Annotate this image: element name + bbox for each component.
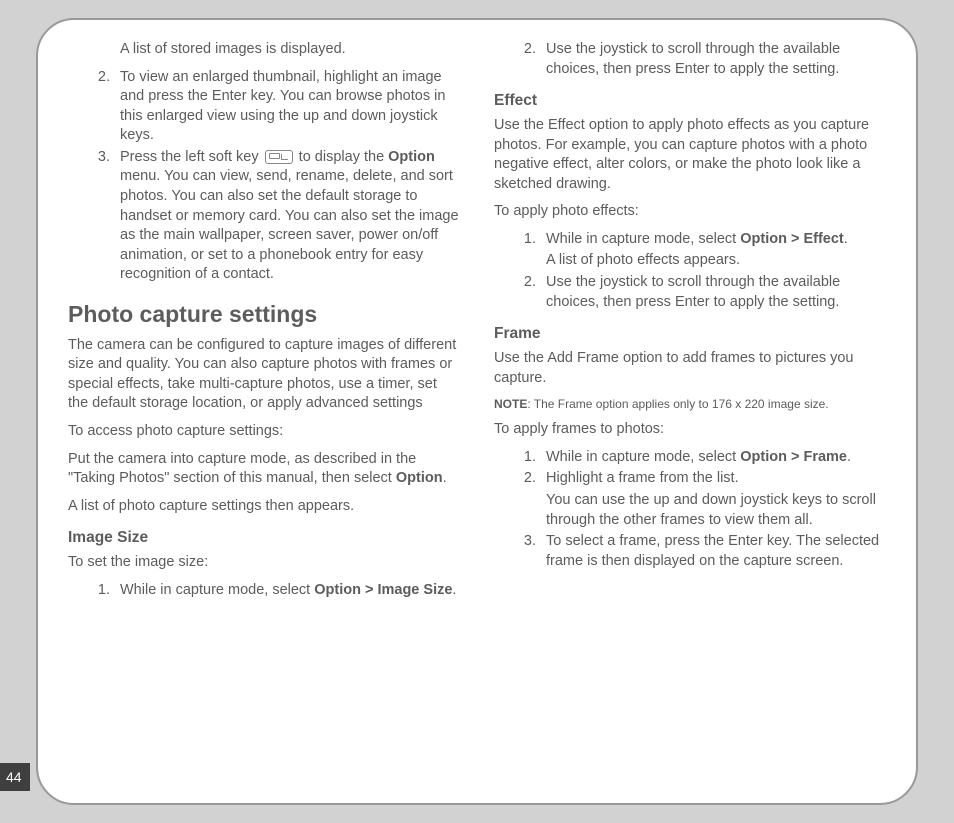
text: Highlight a frame from the list. xyxy=(546,470,739,486)
capture-mode-instruction: Put the camera into capture mode, as des… xyxy=(68,450,460,489)
effect-step-1-sub: A list of photo effects appears. xyxy=(546,251,886,271)
frame-step-3: To select a frame, press the Enter key. … xyxy=(540,532,886,571)
effect-step-1: While in capture mode, select Option > E… xyxy=(540,230,886,271)
option-bold: Option xyxy=(396,470,443,486)
two-column-layout: A list of stored images is displayed. To… xyxy=(68,40,886,789)
image-size-step-2: Use the joystick to scroll through the a… xyxy=(540,40,886,79)
manual-page: A list of stored images is displayed. To… xyxy=(36,18,918,805)
text: . xyxy=(847,449,851,465)
left-soft-key-icon xyxy=(265,150,293,164)
heading-photo-capture-settings: Photo capture settings xyxy=(68,299,460,330)
left-column: A list of stored images is displayed. To… xyxy=(68,40,460,789)
right-column: Use the joystick to scroll through the a… xyxy=(494,40,886,789)
capture-settings-access: To access photo capture settings: xyxy=(68,422,460,442)
text: menu. You can view, send, rename, delete… xyxy=(120,168,459,282)
note-label: NOTE xyxy=(494,397,527,411)
image-size-steps: While in capture mode, select Option > I… xyxy=(68,581,460,601)
option-effect-bold: Option > Effect xyxy=(740,231,844,247)
heading-effect: Effect xyxy=(494,91,886,112)
image-size-step-1: While in capture mode, select Option > I… xyxy=(114,581,460,601)
option-bold: Option xyxy=(388,149,435,165)
capture-settings-desc: The camera can be configured to capture … xyxy=(68,336,460,414)
text: Press the left soft key xyxy=(120,149,263,165)
frame-note: NOTE: The Frame option applies only to 1… xyxy=(494,396,886,412)
text: While in capture mode, select xyxy=(546,231,740,247)
text: . xyxy=(452,582,456,598)
step-option-menu: Press the left soft key to display the O… xyxy=(114,148,460,285)
effect-desc: Use the Effect option to apply photo eff… xyxy=(494,116,886,194)
text: . xyxy=(443,470,447,486)
frame-intro: To apply frames to photos: xyxy=(494,420,886,440)
note-text: : The Frame option applies only to 176 x… xyxy=(527,397,828,411)
text: . xyxy=(844,231,848,247)
step-enlarged-thumbnail: To view an enlarged thumbnail, highlight… xyxy=(114,68,460,146)
view-photos-steps: To view an enlarged thumbnail, highlight… xyxy=(68,68,460,285)
page-number: 44 xyxy=(0,763,30,791)
heading-frame: Frame xyxy=(494,324,886,345)
settings-list-appears: A list of photo capture settings then ap… xyxy=(68,497,460,517)
text: to display the xyxy=(295,149,389,165)
frame-step-1: While in capture mode, select Option > F… xyxy=(540,448,886,468)
option-image-size-bold: Option > Image Size xyxy=(314,582,452,598)
stored-images-line: A list of stored images is displayed. xyxy=(68,40,460,60)
text: Put the camera into capture mode, as des… xyxy=(68,451,416,487)
image-size-intro: To set the image size: xyxy=(68,553,460,573)
frame-step-2: Highlight a frame from the list. You can… xyxy=(540,469,886,530)
effect-intro: To apply photo effects: xyxy=(494,202,886,222)
frame-step-2-sub: You can use the up and down joystick key… xyxy=(546,491,886,530)
effect-step-2: Use the joystick to scroll through the a… xyxy=(540,273,886,312)
effect-steps: While in capture mode, select Option > E… xyxy=(494,230,886,312)
frame-steps: While in capture mode, select Option > F… xyxy=(494,448,886,571)
text: While in capture mode, select xyxy=(120,582,314,598)
frame-desc: Use the Add Frame option to add frames t… xyxy=(494,349,886,388)
text: While in capture mode, select xyxy=(546,449,740,465)
image-size-steps-cont: Use the joystick to scroll through the a… xyxy=(494,40,886,79)
heading-image-size: Image Size xyxy=(68,528,460,549)
option-frame-bold: Option > Frame xyxy=(740,449,847,465)
